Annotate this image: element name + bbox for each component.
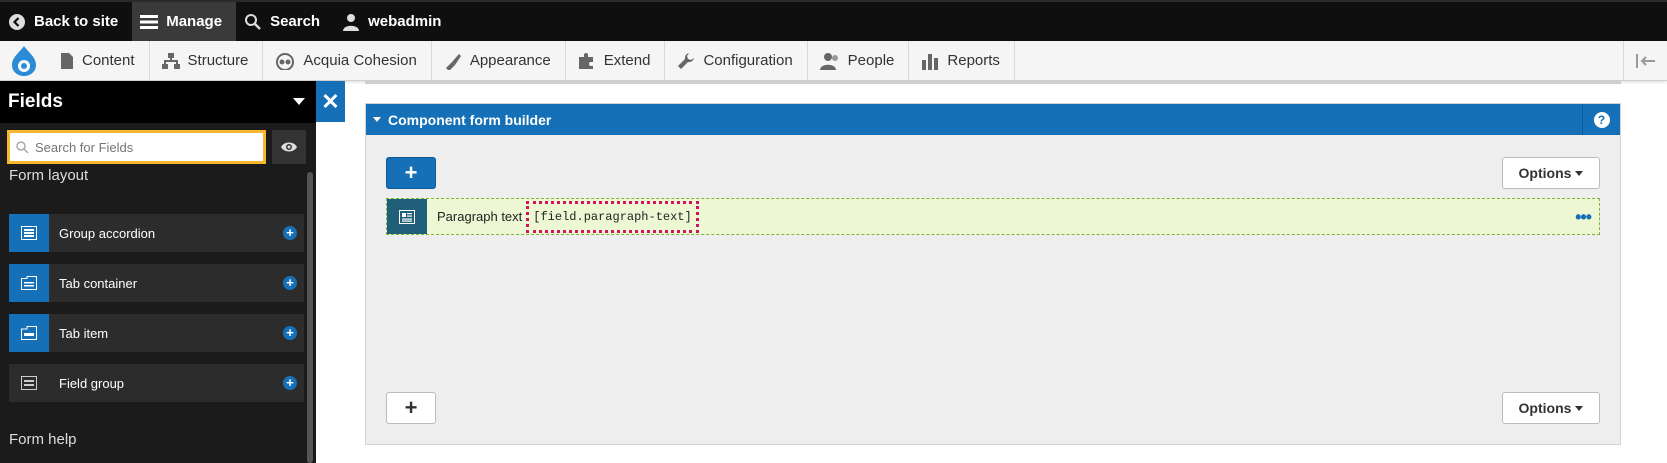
- tray-item-reports[interactable]: Reports: [909, 41, 1015, 80]
- tray-item-label: Reports: [947, 52, 1000, 69]
- options-top-button[interactable]: Options: [1502, 157, 1600, 189]
- close-sidebar-button[interactable]: ✕: [316, 81, 345, 122]
- wrench-icon: [678, 52, 695, 69]
- tray-item-label: Content: [82, 52, 135, 69]
- sidebar-item-field-group[interactable]: Field group +: [9, 364, 304, 402]
- people-icon: [819, 52, 838, 70]
- form-layout-heading: Form layout: [9, 167, 89, 184]
- panel-title: Component form builder: [388, 111, 552, 128]
- cohesion-icon: [276, 52, 295, 70]
- sidebar-item-tab-container[interactable]: Tab container +: [9, 264, 304, 302]
- field-search-input[interactable]: [33, 138, 253, 156]
- tray-item-people[interactable]: People: [808, 41, 910, 80]
- tab-item-icon: [21, 326, 37, 340]
- help-button[interactable]: ?: [1582, 104, 1620, 135]
- tray-item-content[interactable]: Content: [48, 41, 150, 80]
- sidebar-item-label: Tab item: [59, 325, 109, 341]
- search-icon: [16, 140, 29, 154]
- back-to-site-link[interactable]: Back to site: [0, 2, 132, 41]
- tab-container-icon: [21, 276, 37, 290]
- component-form-builder-panel: Component form builder ? + Options Parag…: [365, 103, 1621, 445]
- add-field-bottom-button[interactable]: +: [386, 392, 436, 424]
- user-label: webadmin: [368, 13, 442, 30]
- tray-item-label: People: [847, 52, 895, 69]
- tray-item-structure[interactable]: Structure: [150, 41, 264, 80]
- sidebar-title: Fields: [8, 91, 63, 112]
- plus-icon: +: [404, 395, 418, 420]
- sidebar-item-label: Group accordion: [59, 225, 156, 241]
- field-search-box: [7, 130, 266, 164]
- add-plus-icon[interactable]: +: [283, 226, 297, 240]
- sidebar-header: Fields: [0, 81, 316, 123]
- field-token[interactable]: [field.paragraph-text]: [526, 200, 699, 233]
- add-plus-icon[interactable]: +: [283, 276, 297, 290]
- close-icon: ✕: [321, 88, 340, 114]
- options-bottom-button[interactable]: Options: [1502, 392, 1600, 424]
- tray-item-appearance[interactable]: Appearance: [432, 41, 566, 80]
- toggle-visibility-button[interactable]: [272, 130, 306, 164]
- tray-item-label: Structure: [187, 52, 249, 69]
- manage-tab[interactable]: Manage: [132, 2, 237, 41]
- user-icon: [343, 13, 360, 31]
- bar-chart-icon: [922, 53, 939, 70]
- field-group-icon: [21, 376, 37, 390]
- puzzle-icon: [578, 52, 593, 69]
- question-icon: ?: [1593, 111, 1610, 128]
- admin-toolbar: Back to site Manage Search webadmin: [0, 0, 1667, 41]
- search-tab[interactable]: Search: [236, 2, 334, 41]
- sidebar-item-label: Field group: [59, 375, 125, 391]
- panel-header[interactable]: Component form builder ?: [366, 104, 1620, 135]
- accordion-icon: [21, 226, 37, 240]
- admin-tray: Content Structure Acquia Cohesion Appear…: [0, 41, 1667, 81]
- sidebar-item-label: Tab container: [59, 275, 138, 291]
- search-icon: [245, 13, 261, 30]
- document-icon: [61, 52, 73, 69]
- paragraph-text-icon: [399, 209, 415, 224]
- field-row-paragraph-text[interactable]: Paragraph text [field.paragraph-text] ••…: [386, 198, 1600, 235]
- search-label: Search: [270, 13, 321, 30]
- options-label: Options: [1518, 165, 1572, 181]
- structure-icon: [161, 52, 180, 69]
- collapse-left-icon: [1635, 53, 1655, 68]
- tray-item-label: Acquia Cohesion: [303, 52, 417, 69]
- fields-sidebar: Fields Form layout Group accordion + Tab…: [0, 81, 316, 463]
- tray-item-configuration[interactable]: Configuration: [665, 41, 808, 80]
- toolbar-orientation-toggle[interactable]: [1623, 41, 1667, 80]
- options-label: Options: [1518, 400, 1572, 416]
- tray-item-extend[interactable]: Extend: [566, 41, 666, 80]
- add-plus-icon[interactable]: +: [283, 326, 297, 340]
- caret-down-icon[interactable]: [293, 98, 305, 105]
- add-plus-icon[interactable]: +: [283, 376, 297, 390]
- tray-item-label: Appearance: [469, 52, 551, 69]
- tray-item-label: Configuration: [703, 52, 793, 69]
- sidebar-item-group-accordion[interactable]: Group accordion +: [9, 214, 304, 252]
- tray-item-acquia-cohesion[interactable]: Acquia Cohesion: [263, 41, 432, 80]
- divider: [365, 81, 1621, 84]
- field-label: Paragraph text: [437, 209, 523, 224]
- eye-icon: [281, 142, 297, 152]
- more-options-icon[interactable]: •••: [1575, 207, 1592, 228]
- sidebar-item-tab-item[interactable]: Tab item +: [9, 314, 304, 352]
- manage-label: Manage: [166, 13, 223, 30]
- back-arrow-icon: [9, 13, 25, 30]
- caret-down-icon: [1575, 170, 1584, 176]
- drupal-logo[interactable]: [0, 41, 48, 80]
- form-help-heading: Form help: [9, 431, 77, 448]
- tray-item-label: Extend: [603, 52, 651, 69]
- form-layout-list: Group accordion + Tab container + Tab it…: [9, 214, 304, 414]
- add-field-top-button[interactable]: +: [386, 157, 436, 189]
- collapse-caret-icon: [373, 117, 381, 122]
- user-tab[interactable]: webadmin: [334, 2, 455, 41]
- back-to-site-label: Back to site: [34, 13, 119, 30]
- caret-down-icon: [1575, 405, 1584, 411]
- field-type-icon-box: [387, 199, 427, 234]
- hamburger-icon: [140, 14, 159, 29]
- sidebar-scrollbar[interactable]: [307, 172, 313, 463]
- plus-icon: +: [404, 160, 418, 185]
- drupal-drop-icon: [12, 45, 36, 76]
- brush-icon: [445, 53, 461, 70]
